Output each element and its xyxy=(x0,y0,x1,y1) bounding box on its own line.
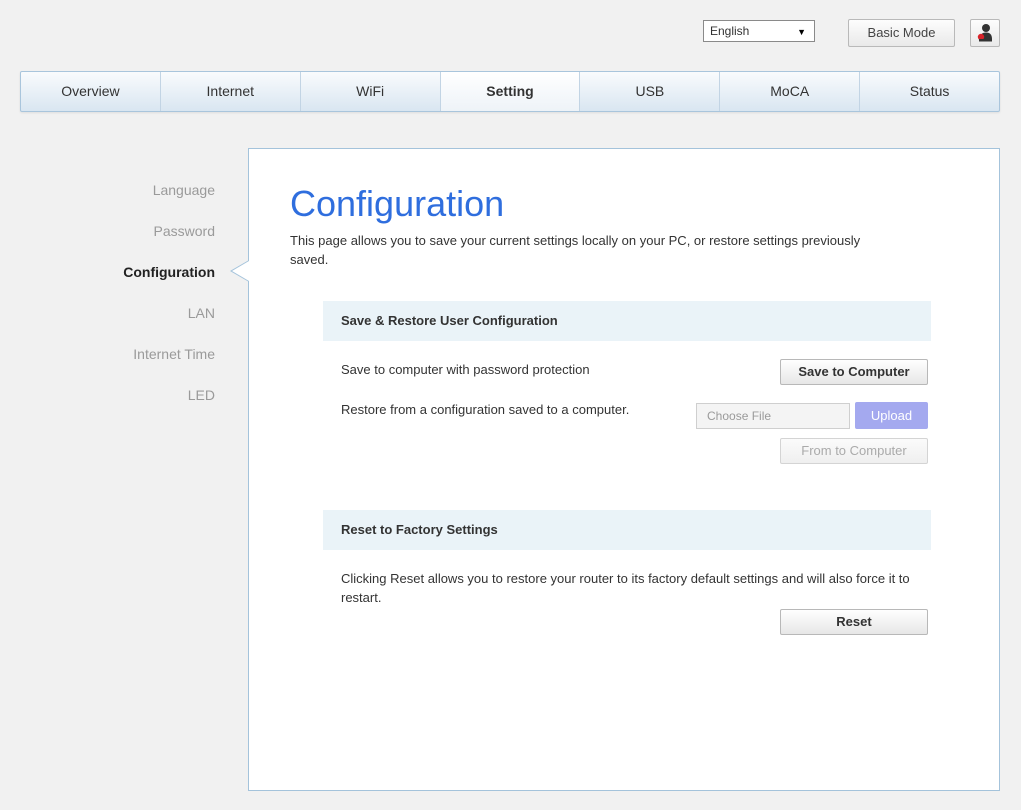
restore-label: Restore from a configuration saved to a … xyxy=(341,402,630,417)
user-icon-graphic xyxy=(977,24,992,42)
page-title: Configuration xyxy=(290,183,505,224)
tab-setting[interactable]: Setting xyxy=(440,72,581,111)
tab-status[interactable]: Status xyxy=(860,72,999,111)
settings-sidebar: Language Password Configuration LAN Inte… xyxy=(0,180,215,426)
main-nav: Overview Internet WiFi Setting USB MoCA … xyxy=(20,71,1000,112)
tab-usb[interactable]: USB xyxy=(580,72,721,111)
active-item-pointer-fill xyxy=(232,261,249,281)
tab-wifi[interactable]: WiFi xyxy=(301,72,441,111)
reset-description: Clicking Reset allows you to restore you… xyxy=(341,571,910,605)
language-select[interactable]: English ▼ xyxy=(703,20,815,42)
language-select-value: English xyxy=(710,24,750,38)
sidebar-item-internet-time[interactable]: Internet Time xyxy=(0,344,215,385)
sidebar-item-lan[interactable]: LAN xyxy=(0,303,215,344)
tab-moca[interactable]: MoCA xyxy=(720,72,861,111)
sidebar-item-configuration[interactable]: Configuration xyxy=(0,262,215,303)
save-to-computer-button[interactable]: Save to Computer xyxy=(780,359,928,385)
save-restore-section-header: Save & Restore User Configuration xyxy=(323,301,931,341)
reset-button[interactable]: Reset xyxy=(780,609,928,635)
upload-button[interactable]: Upload xyxy=(855,402,928,429)
sidebar-item-led[interactable]: LED xyxy=(0,385,215,426)
tab-internet[interactable]: Internet xyxy=(161,72,301,111)
basic-mode-button[interactable]: Basic Mode xyxy=(848,19,955,47)
save-label: Save to computer with password protectio… xyxy=(341,362,590,377)
from-to-computer-button[interactable]: From to Computer xyxy=(780,438,928,464)
page-description: This page allows you to save your curren… xyxy=(290,233,861,267)
reset-section-header: Reset to Factory Settings xyxy=(323,510,931,550)
choose-file-input[interactable]: Choose File xyxy=(696,403,850,429)
tab-overview[interactable]: Overview xyxy=(21,72,161,111)
sidebar-item-language[interactable]: Language xyxy=(0,180,215,221)
sidebar-item-password[interactable]: Password xyxy=(0,221,215,262)
caret-down-icon: ▼ xyxy=(797,27,806,37)
user-icon[interactable] xyxy=(970,19,1000,47)
